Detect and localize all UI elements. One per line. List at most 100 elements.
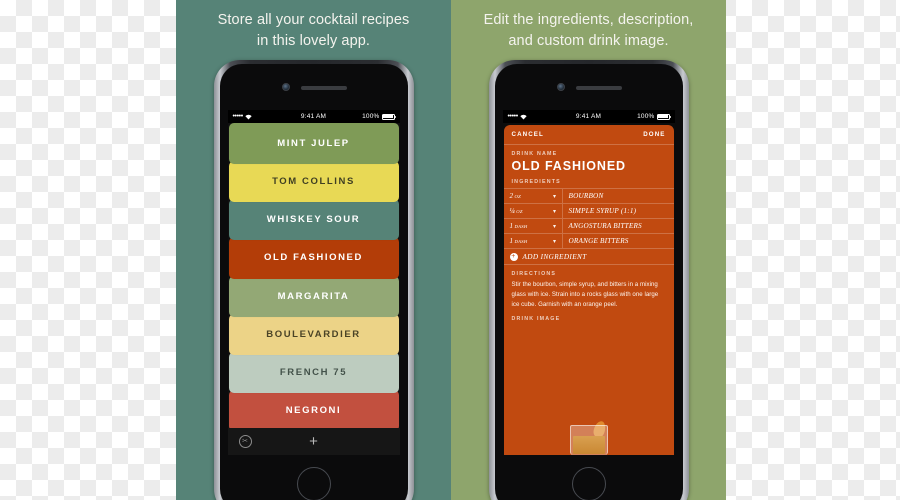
add-ingredient-label: ADD INGREDIENT xyxy=(522,252,587,261)
screen-left: ••••• 9:41 AM 100% MINT JULEP TOM COLLIN… xyxy=(227,110,400,455)
panel-caption-left: Store all your cocktail recipes in this … xyxy=(176,10,451,52)
home-button[interactable] xyxy=(571,467,606,500)
chevron-down-icon[interactable]: ▾ xyxy=(548,208,562,215)
app-store-screenshot-stage: Store all your cocktail recipes in this … xyxy=(176,0,726,500)
home-button[interactable] xyxy=(296,467,331,500)
ingredient-amount[interactable]: 2 oz xyxy=(504,192,548,200)
ingredient-qty: ¼ xyxy=(509,207,515,215)
ingredient-unit: dash xyxy=(514,223,528,229)
list-item[interactable]: OLD FASHIONED xyxy=(228,237,399,279)
battery-icon xyxy=(656,113,671,120)
directions-section: DIRECTIONS Stir the bourbon, simple syru… xyxy=(504,265,674,310)
chevron-down-icon[interactable]: ▾ xyxy=(548,238,562,245)
drink-name-input[interactable]: OLD FASHIONED xyxy=(512,159,666,173)
ingredients-label: INGREDIENTS xyxy=(511,179,561,185)
modal-navbar: CANCEL DONE xyxy=(503,125,674,145)
chevron-down-icon[interactable]: ▾ xyxy=(548,193,562,200)
status-bar-right-group: 100% xyxy=(614,113,671,120)
recipe-list-screen: MINT JULEP TOM COLLINS WHISKEY SOUR OLD … xyxy=(227,123,400,455)
list-item[interactable]: WHISKEY SOUR xyxy=(228,199,399,241)
ingredients-list: 2 oz ▾ BOURBON ¼ oz xyxy=(503,188,674,265)
directions-text[interactable]: Stir the bourbon, simple syrup, and bitt… xyxy=(512,280,666,310)
add-ingredient-button[interactable]: + ADD INGREDIENT xyxy=(503,248,674,265)
drink-image-preview[interactable] xyxy=(504,326,674,455)
iphone-body-left: ••••• 9:41 AM 100% MINT JULEP TOM COLLIN… xyxy=(219,64,408,500)
ingredient-name[interactable]: ORANGE BITTERS xyxy=(561,234,674,248)
status-bar-time: 9:41 AM xyxy=(300,113,327,120)
chevron-down-icon[interactable]: ▾ xyxy=(548,223,562,230)
status-bar-time: 9:41 AM xyxy=(575,113,602,120)
ingredient-unit: oz xyxy=(516,208,523,214)
ingredient-row[interactable]: 1 dash ▾ ORANGE BITTERS xyxy=(503,233,674,248)
recipe-name: MINT JULEP xyxy=(277,138,350,150)
recipe-name: TOM COLLINS xyxy=(272,176,355,188)
edit-card: CANCEL DONE DRINK NAME OLD FASHIONED ING… xyxy=(503,125,674,455)
signal-dots-icon: ••••• xyxy=(507,113,519,120)
drink-name-label: DRINK NAME xyxy=(511,151,558,157)
rocks-glass-icon xyxy=(569,419,608,455)
ingredient-qty: 2 xyxy=(509,192,514,200)
caption-line-2: and custom drink image. xyxy=(508,33,669,50)
battery-icon xyxy=(381,113,396,120)
ingredient-name[interactable]: BOURBON xyxy=(561,189,674,203)
cocktail-shaker-glyph: ✂ xyxy=(242,438,248,445)
front-camera-icon xyxy=(281,83,290,91)
panel-list-screen: Store all your cocktail recipes in this … xyxy=(176,0,451,500)
status-bar-right: ••••• 9:41 AM 100% xyxy=(502,110,675,123)
directions-label: DIRECTIONS xyxy=(511,271,557,277)
ingredient-unit: dash xyxy=(514,238,528,244)
plus-icon[interactable]: + xyxy=(309,434,318,449)
recipe-name: BOULEVARDIER xyxy=(266,328,361,340)
glass-liquid xyxy=(572,436,605,454)
ingredient-amount[interactable]: ¼ oz xyxy=(504,207,548,215)
ingredient-row[interactable]: 2 oz ▾ BOURBON xyxy=(503,188,674,203)
list-item[interactable]: BOULEVARDIER xyxy=(228,313,399,355)
edit-recipe-screen: CANCEL DONE DRINK NAME OLD FASHIONED ING… xyxy=(502,123,675,455)
wifi-icon xyxy=(245,114,252,120)
ingredient-qty: 1 xyxy=(509,237,514,245)
iphone-body-right: ••••• 9:41 AM 100% CANCEL DONE DRINK NAM… xyxy=(494,64,683,500)
recipe-name: WHISKEY SOUR xyxy=(266,214,361,226)
list-item[interactable]: MARGARITA xyxy=(228,275,399,317)
cocktail-shaker-icon[interactable]: ✂ xyxy=(238,435,252,448)
list-item[interactable]: TOM COLLINS xyxy=(228,161,399,203)
done-button[interactable]: DONE xyxy=(643,131,665,138)
ingredient-row[interactable]: 1 dash ▾ ANGOSTURA BITTERS xyxy=(503,218,674,233)
ingredient-qty: 1 xyxy=(509,222,514,230)
drink-image-section: DRINK IMAGE xyxy=(504,310,674,322)
drink-name-section: DRINK NAME OLD FASHIONED xyxy=(504,145,674,173)
drink-image-label: DRINK IMAGE xyxy=(511,315,561,322)
signal-dots-icon: ••••• xyxy=(232,113,244,120)
ingredient-amount[interactable]: 1 dash xyxy=(504,222,548,230)
recipe-name: FRENCH 75 xyxy=(279,366,348,378)
list-item[interactable]: MINT JULEP xyxy=(228,123,399,165)
ingredient-name[interactable]: ANGOSTURA BITTERS xyxy=(561,219,674,233)
battery-percent-label: 100% xyxy=(362,113,380,120)
caption-line-2: in this lovely app. xyxy=(256,33,371,50)
list-item[interactable]: NEGRONI xyxy=(228,389,399,428)
recipe-name: MARGARITA xyxy=(277,290,350,302)
battery-percent-label: 100% xyxy=(637,113,655,120)
cancel-button[interactable]: CANCEL xyxy=(512,131,544,138)
iphone-device-left: ••••• 9:41 AM 100% MINT JULEP TOM COLLIN… xyxy=(213,60,414,500)
status-bar-right-group: 100% xyxy=(339,113,396,120)
panel-edit-screen: Edit the ingredients, description, and c… xyxy=(451,0,726,500)
status-bar-left-group: ••••• xyxy=(233,113,288,120)
recipe-name: OLD FASHIONED xyxy=(264,252,363,264)
ingredient-amount[interactable]: 1 dash xyxy=(504,237,548,245)
ingredient-row[interactable]: ¼ oz ▾ SIMPLE SYRUP (1:1) xyxy=(503,203,674,218)
panel-caption-right: Edit the ingredients, description, and c… xyxy=(451,10,726,52)
screen-right: ••••• 9:41 AM 100% CANCEL DONE DRINK NAM… xyxy=(502,110,675,455)
recipe-name: NEGRONI xyxy=(285,404,342,416)
ingredient-name[interactable]: SIMPLE SYRUP (1:1) xyxy=(561,204,674,218)
list-item[interactable]: FRENCH 75 xyxy=(228,351,399,393)
wifi-icon xyxy=(520,114,527,120)
caption-line-1: Store all your cocktail recipes xyxy=(217,12,410,28)
front-camera-icon xyxy=(556,83,565,91)
recipe-list: MINT JULEP TOM COLLINS WHISKEY SOUR OLD … xyxy=(228,123,400,428)
earpiece-speaker xyxy=(575,86,622,90)
caption-line-1: Edit the ingredients, description, xyxy=(483,12,694,28)
earpiece-speaker xyxy=(300,86,347,90)
plus-circle-icon: + xyxy=(509,251,518,261)
ingredient-unit: oz xyxy=(514,193,521,199)
